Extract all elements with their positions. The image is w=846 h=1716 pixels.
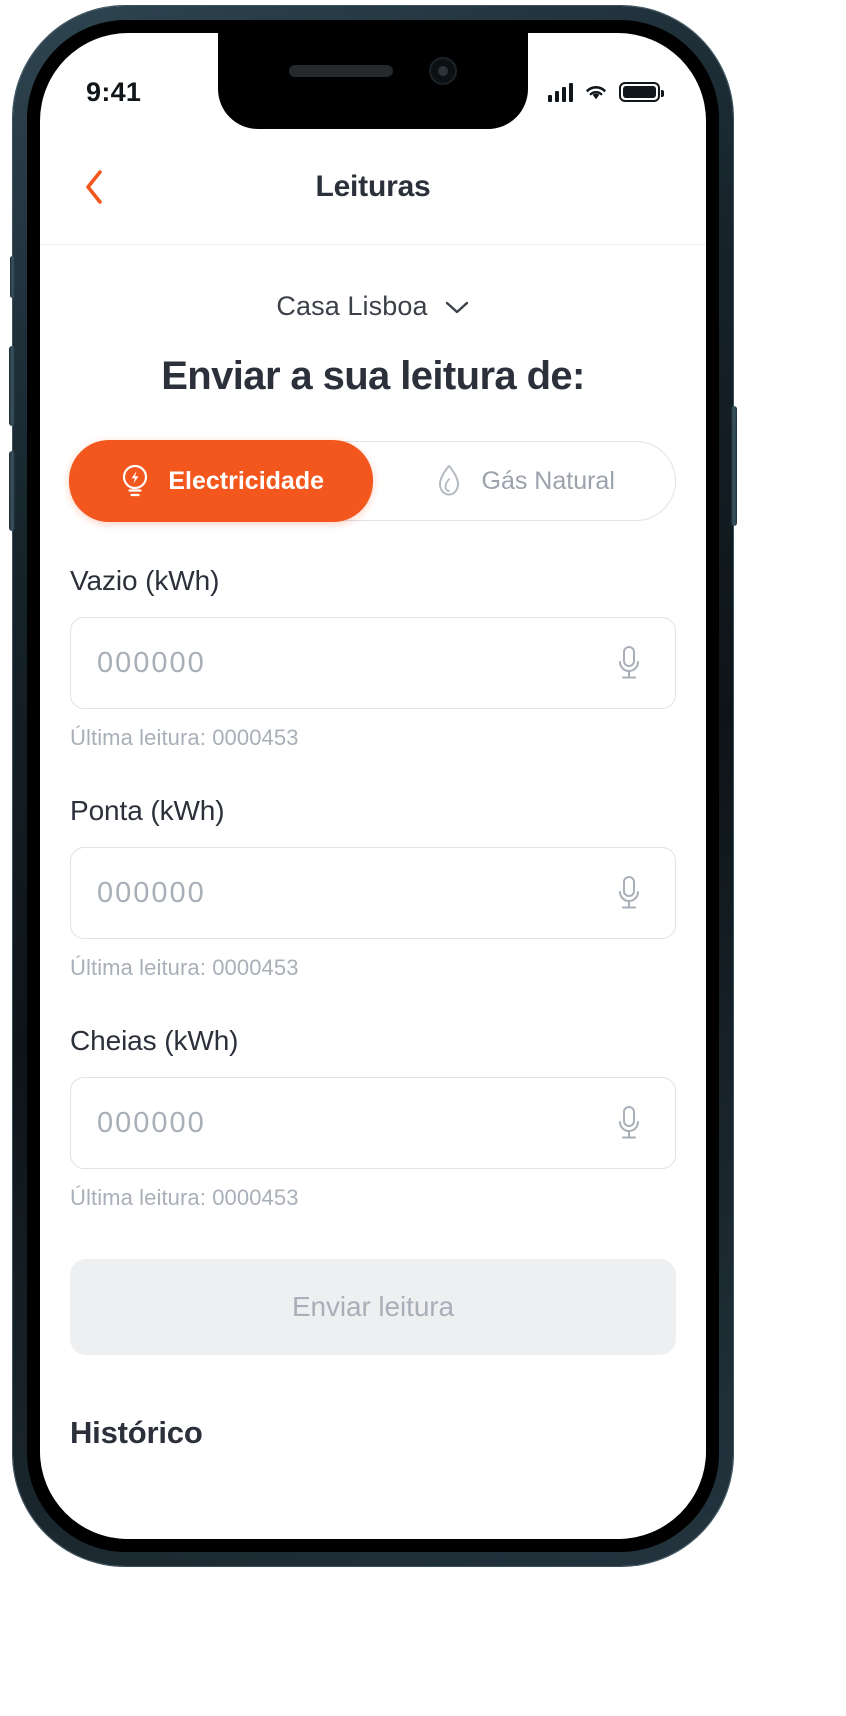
page-title: Leituras — [315, 169, 431, 203]
app-header: Leituras — [40, 129, 706, 245]
voice-input-button-ponta[interactable] — [609, 869, 649, 917]
reading-label-cheias: Cheias (kWh) — [70, 1025, 239, 1056]
voice-input-button-vazio[interactable] — [609, 639, 649, 687]
chevron-left-icon — [86, 169, 102, 204]
status-bar-icons — [547, 82, 664, 102]
device-bezel: 9:41 Leituras Casa Lisboa Enviar a sua l… — [27, 20, 719, 1552]
earpiece-speaker — [289, 65, 393, 77]
voice-input-button-cheias[interactable] — [609, 1099, 649, 1147]
microphone-icon — [619, 646, 639, 679]
reading-hint-vazio: Última leitura: 0000453 — [70, 725, 299, 750]
reading-input-cheias[interactable] — [97, 1106, 609, 1140]
tab-gas-natural[interactable]: Gás Natural — [371, 442, 675, 520]
reading-input-wrapper-ponta — [70, 847, 676, 939]
device-notch — [218, 33, 528, 129]
cellular-signal-icon — [547, 82, 573, 102]
phone-screen: 9:41 Leituras Casa Lisboa Enviar a sua l… — [40, 33, 706, 1539]
reading-input-wrapper-cheias — [70, 1077, 676, 1169]
volume-up-button[interactable] — [9, 346, 15, 426]
reading-hint-cheias: Última leitura: 0000453 — [70, 1185, 299, 1210]
submit-reading-button[interactable]: Enviar leitura — [70, 1259, 676, 1355]
tab-electricidade-label: Electricidade — [168, 466, 325, 495]
reading-label-vazio: Vazio (kWh) — [70, 565, 220, 596]
reading-input-ponta[interactable] — [97, 876, 609, 910]
reading-field-cheias: Cheias (kWh) Última leitura: 00 — [70, 1025, 676, 1211]
front-camera-icon — [429, 57, 457, 85]
reading-field-vazio: Vazio (kWh) Última leitura: 000 — [70, 565, 676, 751]
microphone-icon — [619, 876, 639, 909]
tab-electricidade[interactable]: Electricidade — [69, 440, 373, 522]
energy-type-toggle: Electricidade Gás Natural — [69, 440, 676, 522]
lightbulb-icon — [123, 464, 148, 497]
silent-switch[interactable] — [10, 256, 15, 298]
battery-icon — [619, 82, 664, 102]
phone-device-frame: 9:41 Leituras Casa Lisboa Enviar a sua l… — [9, 6, 737, 1566]
microphone-icon — [619, 1106, 639, 1139]
back-button[interactable] — [66, 159, 122, 215]
account-selector[interactable]: Casa Lisboa — [70, 291, 676, 322]
status-bar-time: 9:41 — [86, 76, 142, 107]
history-section-heading: Histórico — [70, 1415, 203, 1450]
tab-gas-natural-label: Gás Natural — [481, 466, 615, 495]
flame-icon — [438, 465, 459, 496]
reading-label-ponta: Ponta (kWh) — [70, 795, 225, 826]
power-button[interactable] — [731, 406, 737, 526]
volume-down-button[interactable] — [9, 451, 15, 531]
screen-content: Casa Lisboa Enviar a sua leitura de: Ele… — [40, 245, 706, 1539]
reading-input-wrapper-vazio — [70, 617, 676, 709]
wifi-icon — [586, 86, 606, 100]
account-name-label: Casa Lisboa — [276, 291, 428, 321]
chevron-down-icon — [445, 301, 468, 313]
reading-input-vazio[interactable] — [97, 646, 609, 680]
reading-hint-ponta: Última leitura: 0000453 — [70, 955, 299, 980]
reading-field-ponta: Ponta (kWh) Última leitura: 000 — [70, 795, 676, 981]
battery-level-fill — [623, 86, 656, 98]
section-heading: Enviar a sua leitura de: — [161, 354, 585, 398]
